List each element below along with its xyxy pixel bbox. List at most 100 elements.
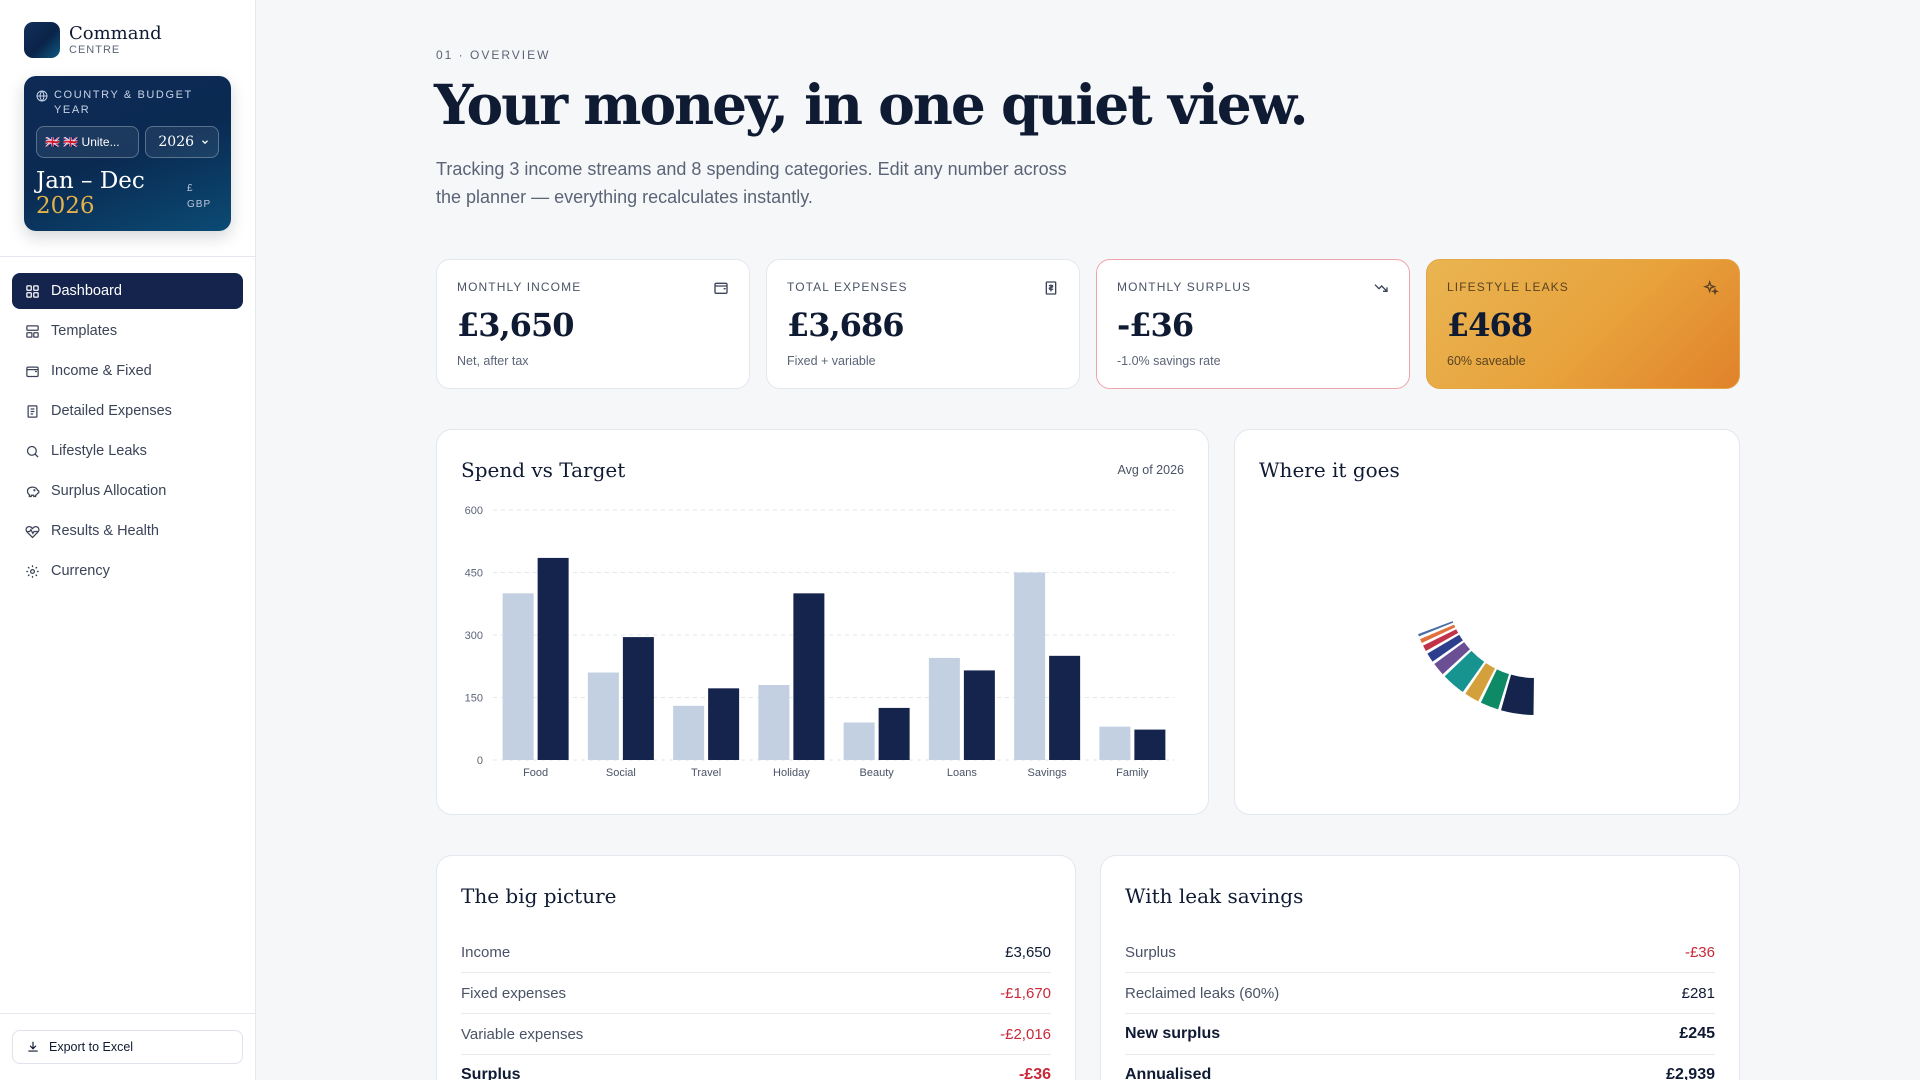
sidebar-item-currency[interactable]: Currency [12,553,243,589]
brand-logo [24,22,60,58]
sidebar-item-label: Results & Health [51,523,159,539]
row-label: Surplus [461,1066,521,1080]
bar-spend [1099,726,1131,760]
spend-panel-title: Spend vs Target [461,458,626,482]
sidebar-item-surplus-allocation[interactable]: Surplus Allocation [12,473,243,509]
row-label: Income [461,943,511,961]
x-tick-label: Food [523,767,548,779]
grid-icon [26,284,39,298]
chevron-down-icon [202,140,208,145]
brand-title: Command [69,22,162,44]
bar-target [878,707,910,760]
sidebar-divider [0,256,256,257]
sidebar-nav: Dashboard Templates Income & Fixed Detai… [12,273,243,593]
summary-row: New surplus £245 [1125,1014,1715,1055]
big-picture-rows: Income £3,650 Fixed expenses -£1,670 Varia… [461,932,1051,1080]
year-select[interactable]: 2026 [145,126,219,158]
kpi-card-total-expenses: TOTAL EXPENSES £3,686 Fixed + variable [766,259,1080,389]
bar-spend [928,657,960,760]
bar-spend [843,722,875,760]
globe-icon [36,90,48,102]
kpi-card-monthly-surplus: MONTHLY SURPLUS -£36 -1.0% savings rate [1096,259,1410,389]
bar-spend [587,672,619,760]
sidebar-item-label: Currency [51,563,110,579]
kpi-value: £3,686 [787,306,904,344]
budget-card-heading: COUNTRY & BUDGET YEAR [36,88,219,118]
year-select-value: 2026 [158,134,195,150]
bar-target [1134,729,1166,760]
kpi-note: 60% saveable [1447,354,1526,368]
y-tick-label: 150 [465,693,483,705]
budget-period-year: 2026 [36,193,95,219]
summary-row: Annualised £2,939 [1125,1055,1715,1080]
currency-indicator: £ GBP [187,181,211,213]
sparkles-icon [1703,280,1719,296]
row-label: New surplus [1125,1025,1221,1042]
x-tick-label: Holiday [773,767,810,779]
x-tick-label: Beauty [860,767,895,779]
sidebar-item-detailed-expenses[interactable]: Detailed Expenses [12,393,243,429]
sidebar-item-lifestyle-leaks[interactable]: Lifestyle Leaks [12,433,243,469]
budget-card-heading-line1: COUNTRY & BUDGET [54,89,193,101]
summary-row: Reclaimed leaks (60%) £281 [1125,973,1715,1014]
bar-target [963,670,995,760]
x-tick-label: Social [606,767,636,779]
summary-row: Surplus -£36 [461,1055,1051,1080]
download-icon [28,1041,38,1052]
bar-target [708,688,740,760]
summary-row: Income £3,650 [461,932,1051,973]
currency-symbol: £ [187,183,194,194]
y-tick-label: 450 [465,568,483,580]
kpi-label: TOTAL EXPENSES [787,280,908,294]
budget-period: Jan – Dec 2026 [36,169,145,219]
big-picture-title: The big picture [461,884,617,908]
where-it-goes-chart [1418,621,1534,715]
big-picture-panel: The big picture Income £3,650 Fixed expen… [436,855,1076,1080]
kpi-value: £3,650 [457,306,574,344]
sidebar-item-dashboard[interactable]: Dashboard [12,273,243,309]
gear-icon [26,564,39,578]
sidebar-item-label: Dashboard [51,283,122,299]
sidebar-item-results-health[interactable]: Results & Health [12,513,243,549]
bar-spend [1014,572,1046,760]
bar-target [622,637,654,760]
sidebar-item-label: Detailed Expenses [51,403,172,419]
sidebar-item-label: Templates [51,323,118,339]
page-title: Your money, in one quiet view. [434,72,1309,137]
bar-spend [502,593,534,760]
row-value: -£1,670 [1000,984,1051,1002]
export-label: Export to Excel [49,1040,134,1054]
search-icon [26,445,39,458]
kpi-label: LIFESTYLE LEAKS [1447,280,1569,294]
bar-spend [673,705,705,760]
sidebar-item-income-fixed[interactable]: Income & Fixed [12,353,243,389]
where-it-goes-panel: Where it goes [1234,429,1740,815]
kpi-value: £468 [1447,306,1533,344]
x-tick-label: Loans [947,767,977,779]
receipt-icon [27,404,38,418]
leak-savings-rows: Surplus -£36 Reclaimed leaks (60%) £281 Ne… [1125,932,1715,1080]
receipt-icon [1045,281,1057,295]
sidebar-bottom-divider [0,1013,256,1014]
budget-card-heading-line2: YEAR [54,104,91,116]
kpi-note: -1.0% savings rate [1117,354,1221,368]
country-select[interactable]: 🇬🇧 🇬🇧 Unite... [36,126,140,158]
kpi-card-lifestyle-leaks: LIFESTYLE LEAKS £468 60% saveable [1426,259,1740,389]
spend-vs-target-panel: 0 150 300 450 600 Food Social Travel Holiday Beau… [436,429,1209,815]
sidebar-item-label: Income & Fixed [51,363,152,379]
kpi-value: -£36 [1117,306,1194,344]
piggy-bank-icon [26,485,40,497]
export-excel-button[interactable]: Export to Excel [12,1030,243,1064]
brand[interactable]: Command CENTRE [24,22,162,58]
budget-card: COUNTRY & BUDGET YEAR 🇬🇧 🇬🇧 Unite... 202… [24,76,231,231]
kpi-label: MONTHLY SURPLUS [1117,280,1252,294]
y-tick-label: 300 [465,630,483,642]
sidebar: Command CENTRE COUNTRY & BUDGET YEAR 🇬🇧 … [0,0,256,1080]
sidebar-item-templates[interactable]: Templates [12,313,243,349]
row-label: Surplus [1125,943,1176,961]
kpi-note: Net, after tax [457,354,529,368]
row-label: Reclaimed leaks (60%) [1125,984,1280,1002]
currency-code: GBP [187,199,212,210]
y-tick-label: 600 [465,505,483,517]
brand-subtitle: CENTRE [69,43,121,56]
